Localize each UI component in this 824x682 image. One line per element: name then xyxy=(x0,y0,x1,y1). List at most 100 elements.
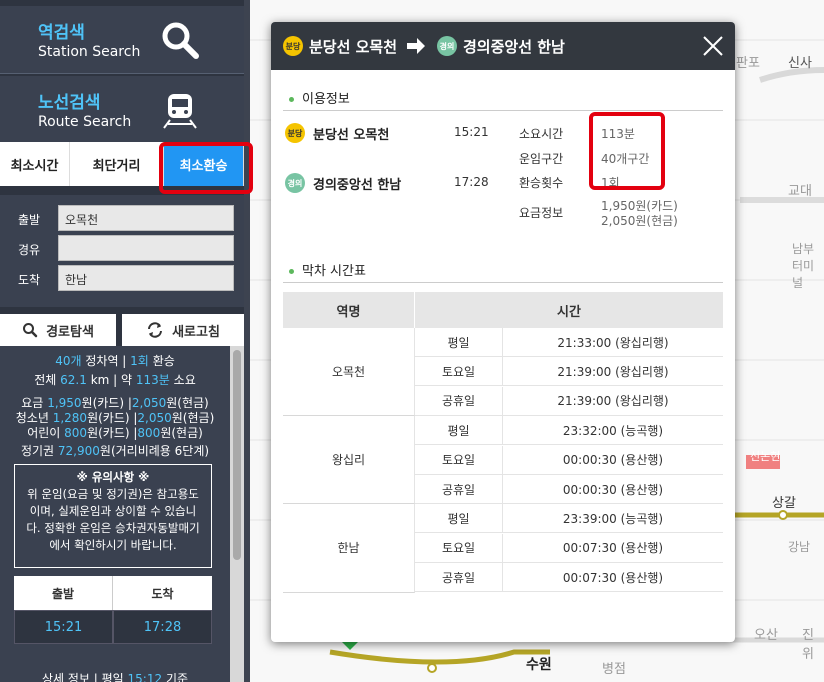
timetable-divider xyxy=(283,282,723,283)
timetable-time: 00:07:30 (용산행) xyxy=(503,563,723,593)
fare-info-label: 요금정보 xyxy=(519,206,564,220)
map-label-sinnonhyeon[interactable]: 신논현 xyxy=(750,448,780,464)
info-highlight-box xyxy=(589,112,665,190)
map-label-jinwi[interactable]: 진위 xyxy=(802,624,824,662)
tab-min-time[interactable]: 최소시간 xyxy=(0,142,70,186)
modal-to-station: 경의중앙선 한남 xyxy=(463,38,565,56)
fare-notice-line: 에서 확인하시기 바랍니다. xyxy=(49,538,177,552)
modal-header: 분당 분당선 오목천 경의 경의중앙선 한남 xyxy=(271,22,735,70)
refresh-button[interactable]: 새로고침 xyxy=(122,314,244,346)
arrive-field[interactable]: 한남 xyxy=(58,265,234,291)
station-search-label-en: Station Search xyxy=(38,44,141,60)
transfer-label: 환승횟수 xyxy=(519,176,564,190)
timetable-station-header: 역명 xyxy=(283,292,415,328)
route-search-label-en: Route Search xyxy=(38,114,132,130)
timetable-daytype: 공휴일 xyxy=(415,475,503,504)
modal-from-station: 분당선 오목천 xyxy=(309,38,398,56)
mini-arrive-header: 도착 xyxy=(113,576,212,610)
route-from-station: 분당선 오목천 xyxy=(313,128,390,143)
fare-notice-line: 다. 정확한 운임은 승차권자동발매기 xyxy=(26,521,200,535)
timetable-station: 오목천 xyxy=(283,328,415,417)
detail-footer: 상세 정보 | 평일 15:12 기준 xyxy=(41,672,189,682)
mini-depart-header: 출발 xyxy=(14,576,113,610)
route-from-time: 15:21 xyxy=(454,125,489,139)
sidebar: 역검색 Station Search 노선검색 Route Search 최소시… xyxy=(0,0,248,682)
map-label-panpo[interactable]: 판포 xyxy=(736,52,760,71)
arrow-right-icon xyxy=(407,38,425,54)
tab-shortest-distance[interactable]: 최단거리 xyxy=(70,142,164,186)
timetable-time: 21:39:00 (왕십리행) xyxy=(503,357,723,387)
timetable-station: 왕십리 xyxy=(283,416,415,505)
close-icon[interactable] xyxy=(701,34,725,58)
gyeongui-line-badge: 경의 xyxy=(285,173,305,193)
duration-label: 소요시간 xyxy=(519,127,564,141)
timetable-daytype: 토요일 xyxy=(415,445,503,475)
train-icon xyxy=(163,94,197,129)
time-table-mini: 출발 도착 15:21 17:28 xyxy=(14,576,212,644)
refresh-label: 새로고침 xyxy=(172,324,220,340)
summary-pass: 정기권 72,900원(거리비례용 6단계) xyxy=(20,444,210,458)
summary-stops: 40개 정차역 | 1회 환승 xyxy=(55,354,175,368)
timetable-daytype: 공휴일 xyxy=(415,386,503,416)
route-search-submit-button[interactable]: 경로탐색 xyxy=(0,314,116,346)
usage-info-divider xyxy=(283,110,723,111)
station-search-button[interactable]: 역검색 Station Search xyxy=(0,6,244,74)
route-form: 출발 오목천 경유 도착 한남 xyxy=(0,195,244,307)
summary-fare-child: 어린이 800원(카드) |800원(현금) xyxy=(27,426,203,440)
timetable-daytype: 평일 xyxy=(415,328,503,357)
route-to-station: 경의중앙선 한남 xyxy=(313,178,402,193)
route-detail-modal: 분당 분당선 오목천 경의 경의중앙선 한남 이용정보 분당 분당선 오목천 1… xyxy=(271,22,735,642)
map-label-sinsa[interactable]: 신사 xyxy=(788,52,812,71)
search-icon xyxy=(162,22,199,59)
timetable-time: 00:00:30 (용산행) xyxy=(503,446,723,475)
timetable-daytype: 토요일 xyxy=(415,533,503,563)
summary-scrollbar[interactable] xyxy=(230,346,244,682)
timetable-time: 21:33:00 (왕십리행) xyxy=(503,328,723,357)
mini-depart-time: 15:21 xyxy=(14,610,113,644)
timetable-time: 21:39:00 (왕십리행) xyxy=(503,387,723,416)
route-summary: 40개 정차역 | 1회 환승 전체 62.1 km | 약 113분 소요 요… xyxy=(0,346,230,682)
summary-distance: 전체 62.1 km | 약 113분 소요 xyxy=(34,373,196,387)
timetable-time: 00:07:30 (용산행) xyxy=(503,534,723,563)
refresh-icon xyxy=(148,322,163,338)
fare-cash-value: 2,050원(현금) xyxy=(601,214,678,228)
timetable-daytype: 공휴일 xyxy=(415,563,503,593)
map-label-suwon[interactable]: 수원 xyxy=(526,654,552,674)
usage-info-title: 이용정보 xyxy=(289,88,350,107)
map-label-gyodae[interactable]: 교대 xyxy=(788,180,812,199)
route-search-button[interactable]: 노선검색 Route Search xyxy=(0,76,244,144)
fare-section-label: 운임구간 xyxy=(519,152,564,166)
map-label-gangnam[interactable]: 강남 xyxy=(788,538,810,555)
map-label-osan[interactable]: 오산 xyxy=(754,624,778,643)
map-label-nambu[interactable]: 남부터미널 xyxy=(792,240,824,291)
depart-label: 출발 xyxy=(18,213,41,227)
sidebar-divider xyxy=(244,0,250,682)
timetable-daytype: 평일 xyxy=(415,416,503,446)
timetable-daytype: 토요일 xyxy=(415,357,503,387)
timetable-station: 한남 xyxy=(283,504,415,593)
via-label: 경유 xyxy=(18,243,41,257)
map-label-byeongjeom[interactable]: 병점 xyxy=(602,658,626,677)
route-search-label-ko: 노선검색 xyxy=(38,93,101,113)
mini-arrive-time: 17:28 xyxy=(113,610,212,644)
search-icon xyxy=(23,323,38,338)
arrive-label: 도착 xyxy=(18,273,41,287)
station-search-label-ko: 역검색 xyxy=(38,23,85,43)
timetable-time: 23:32:00 (능곡행) xyxy=(503,416,723,446)
via-field[interactable] xyxy=(58,235,234,261)
tab-highlight-box xyxy=(159,142,253,194)
fare-notice-title: ※ 유의사항 ※ xyxy=(76,470,150,484)
fare-notice-line: 이며, 실제운임과 상이할 수 있습니 xyxy=(29,504,197,518)
bundang-line-badge: 분당 xyxy=(283,36,303,56)
scrollbar-thumb[interactable] xyxy=(233,350,241,560)
bundang-line-badge: 분당 xyxy=(285,123,305,143)
timetable-title: 막차 시간표 xyxy=(289,260,366,279)
timetable-time: 00:00:30 (용산행) xyxy=(503,475,723,504)
map-label-sanggal[interactable]: 상갈 xyxy=(772,492,796,511)
fare-notice: ※ 유의사항 ※ 위 운임(요금 및 정기권)은 참고용도 이며, 실제운임과 … xyxy=(14,464,212,568)
timetable-time: 23:39:00 (능곡행) xyxy=(503,504,723,534)
route-to-time: 17:28 xyxy=(454,175,489,189)
route-search-submit-label: 경로탐색 xyxy=(46,324,94,340)
depart-field[interactable]: 오목천 xyxy=(58,205,234,231)
timetable-time-header: 시간 xyxy=(415,292,723,328)
